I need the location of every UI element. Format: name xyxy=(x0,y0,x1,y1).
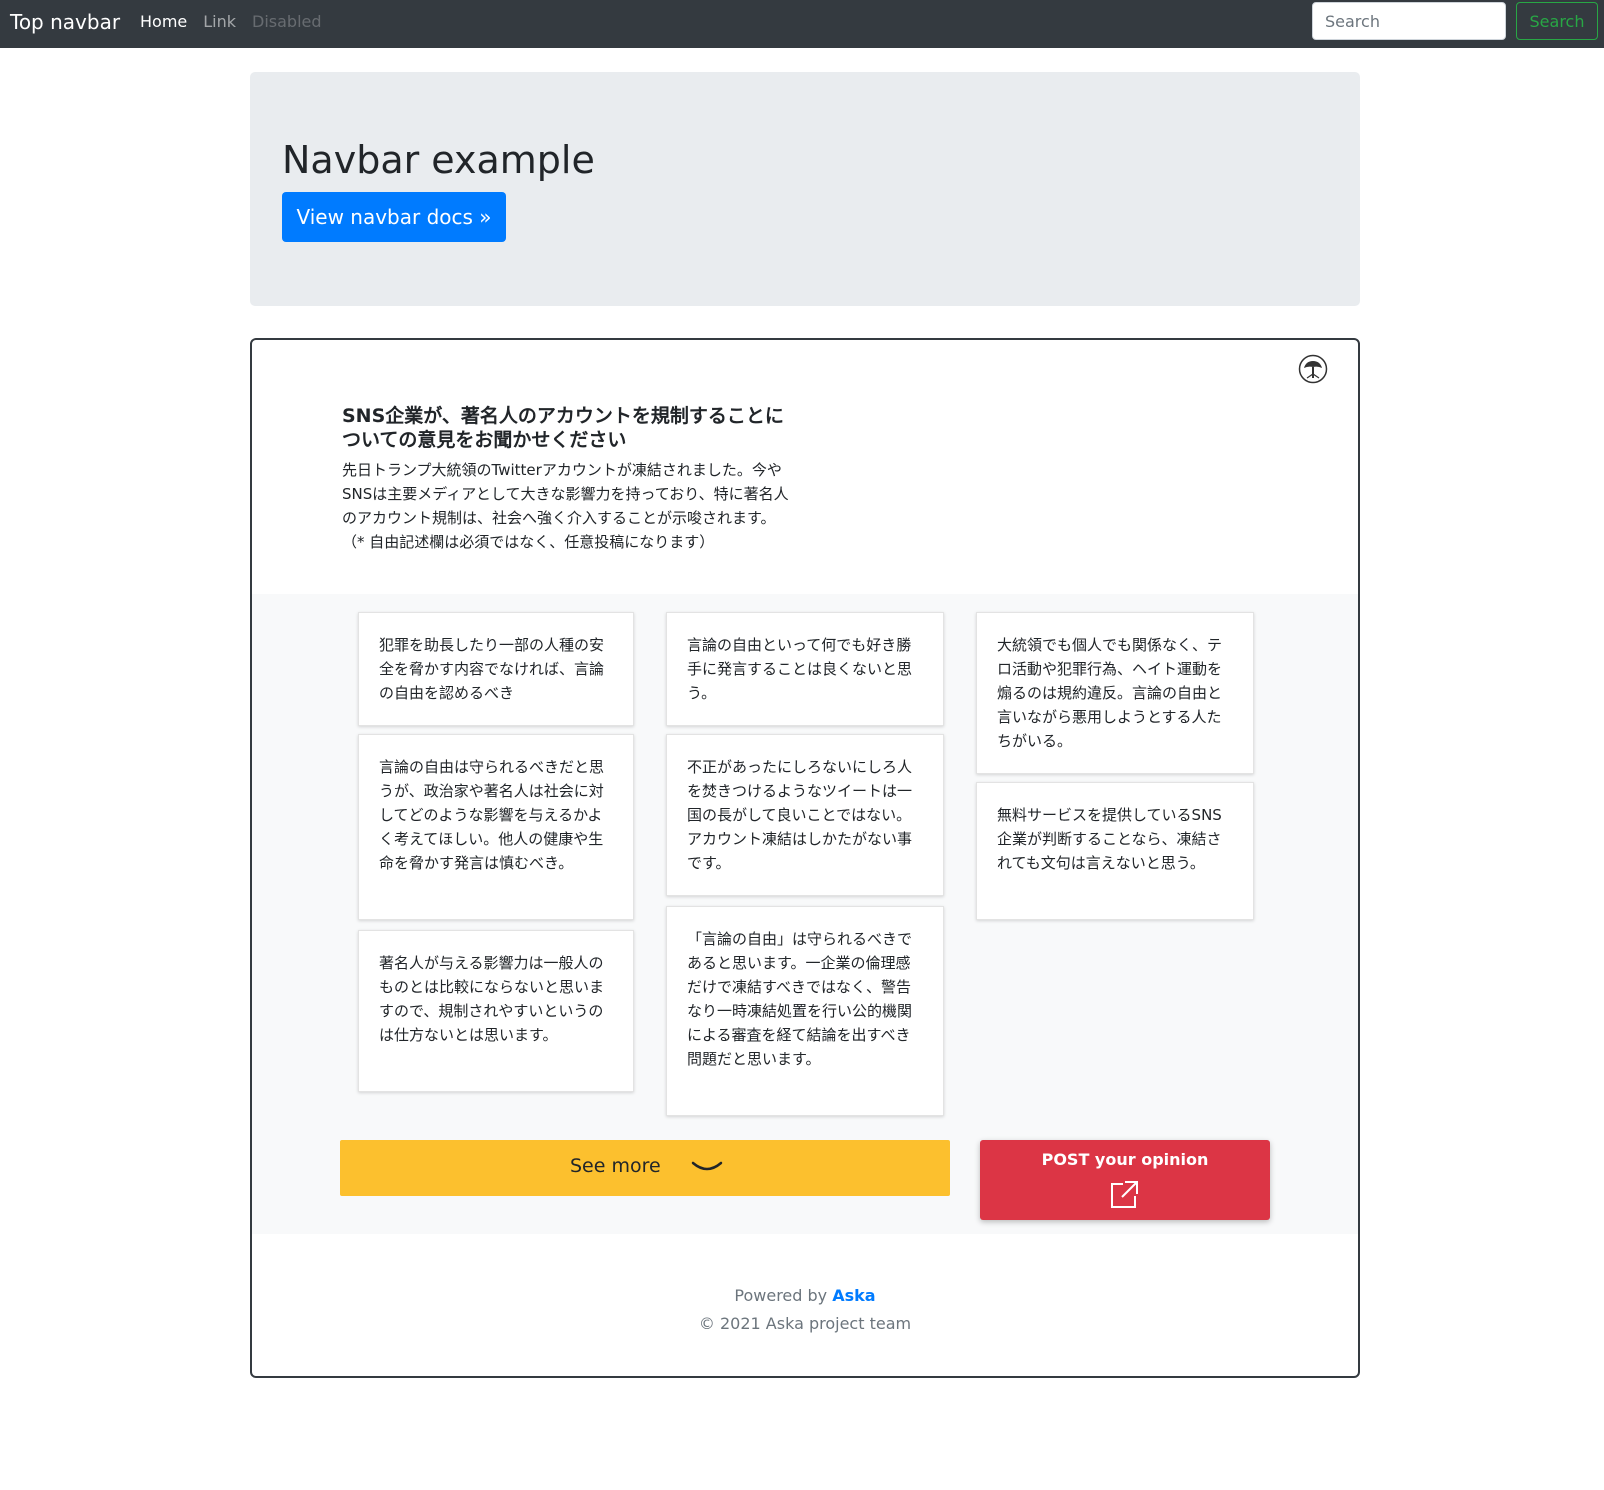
chevron-down-icon xyxy=(690,1158,724,1178)
opinion-card: 犯罪を助長したり一部の人種の安全を脅かす内容でなければ、言論の自由を認めるべき xyxy=(358,612,634,726)
view-navbar-docs-button[interactable]: View navbar docs » xyxy=(282,192,506,242)
footer-copyright: © 2021 Aska project team xyxy=(698,1314,912,1333)
nav-links: Home Link Disabled xyxy=(140,12,322,31)
search-button[interactable]: Search xyxy=(1516,2,1598,40)
post-opinion-label: POST your opinion xyxy=(1041,1150,1209,1169)
jumbotron: Navbar example View navbar docs » xyxy=(250,72,1360,306)
top-navbar: Top navbar Home Link Disabled Search xyxy=(0,0,1604,48)
opinion-card: 著名人が与える影響力は一般人のものとは比較にならないと思いますので、規制されやす… xyxy=(358,930,634,1092)
tree-logo-icon xyxy=(1298,354,1328,384)
opinion-widget: SNS企業が、著名人のアカウントを規制することについての意見をお聞かせください … xyxy=(250,338,1360,1378)
opinion-card: 大統領でも個人でも関係なく、テロ活動や犯罪行為、ヘイト運動を煽るのは規約違反。言… xyxy=(976,612,1254,774)
powered-by-label: Powered by xyxy=(734,1286,828,1305)
opinion-card: 言論の自由は守られるべきだと思うが、政治家や著名人は社会に対してどのような影響を… xyxy=(358,734,634,920)
page-title: Navbar example xyxy=(282,138,595,182)
question-description: 先日トランプ大統領のTwitterアカウントが凍結されました。今やSNSは主要メ… xyxy=(342,461,789,551)
see-more-button[interactable]: See more xyxy=(340,1140,950,1196)
search-input[interactable] xyxy=(1312,2,1506,40)
post-opinion-button[interactable]: POST your opinion xyxy=(980,1140,1270,1220)
aska-link[interactable]: Aska xyxy=(832,1286,875,1305)
see-more-label: See more xyxy=(570,1155,661,1177)
navbar-brand[interactable]: Top navbar xyxy=(10,10,120,34)
opinions-area: 犯罪を助長したり一部の人種の安全を脅かす内容でなければ、言論の自由を認めるべき … xyxy=(252,594,1358,1234)
opinion-card: 「言論の自由」は守られるべきであると思います。一企業の倫理感だけで凍結すべきでは… xyxy=(666,906,944,1116)
opinion-card: 言論の自由といって何でも好き勝手に発言することは良くないと思う。 xyxy=(666,612,944,726)
footer-powered-by: Powered by Aska xyxy=(252,1286,1358,1305)
opinion-card: 不正があったにしろないにしろ人を焚きつけるようなツイートは一国の長がして良いこと… xyxy=(666,734,944,896)
nav-link-disabled: Disabled xyxy=(252,12,322,31)
question-title: SNS企業が、著名人のアカウントを規制することについての意見をお聞かせください xyxy=(342,405,784,451)
external-link-icon xyxy=(1107,1178,1141,1212)
nav-link-home[interactable]: Home xyxy=(140,12,187,31)
nav-link-link[interactable]: Link xyxy=(203,12,236,31)
opinion-card: 無料サービスを提供しているSNS企業が判断することなら、凍結されても文句は言えな… xyxy=(976,782,1254,920)
